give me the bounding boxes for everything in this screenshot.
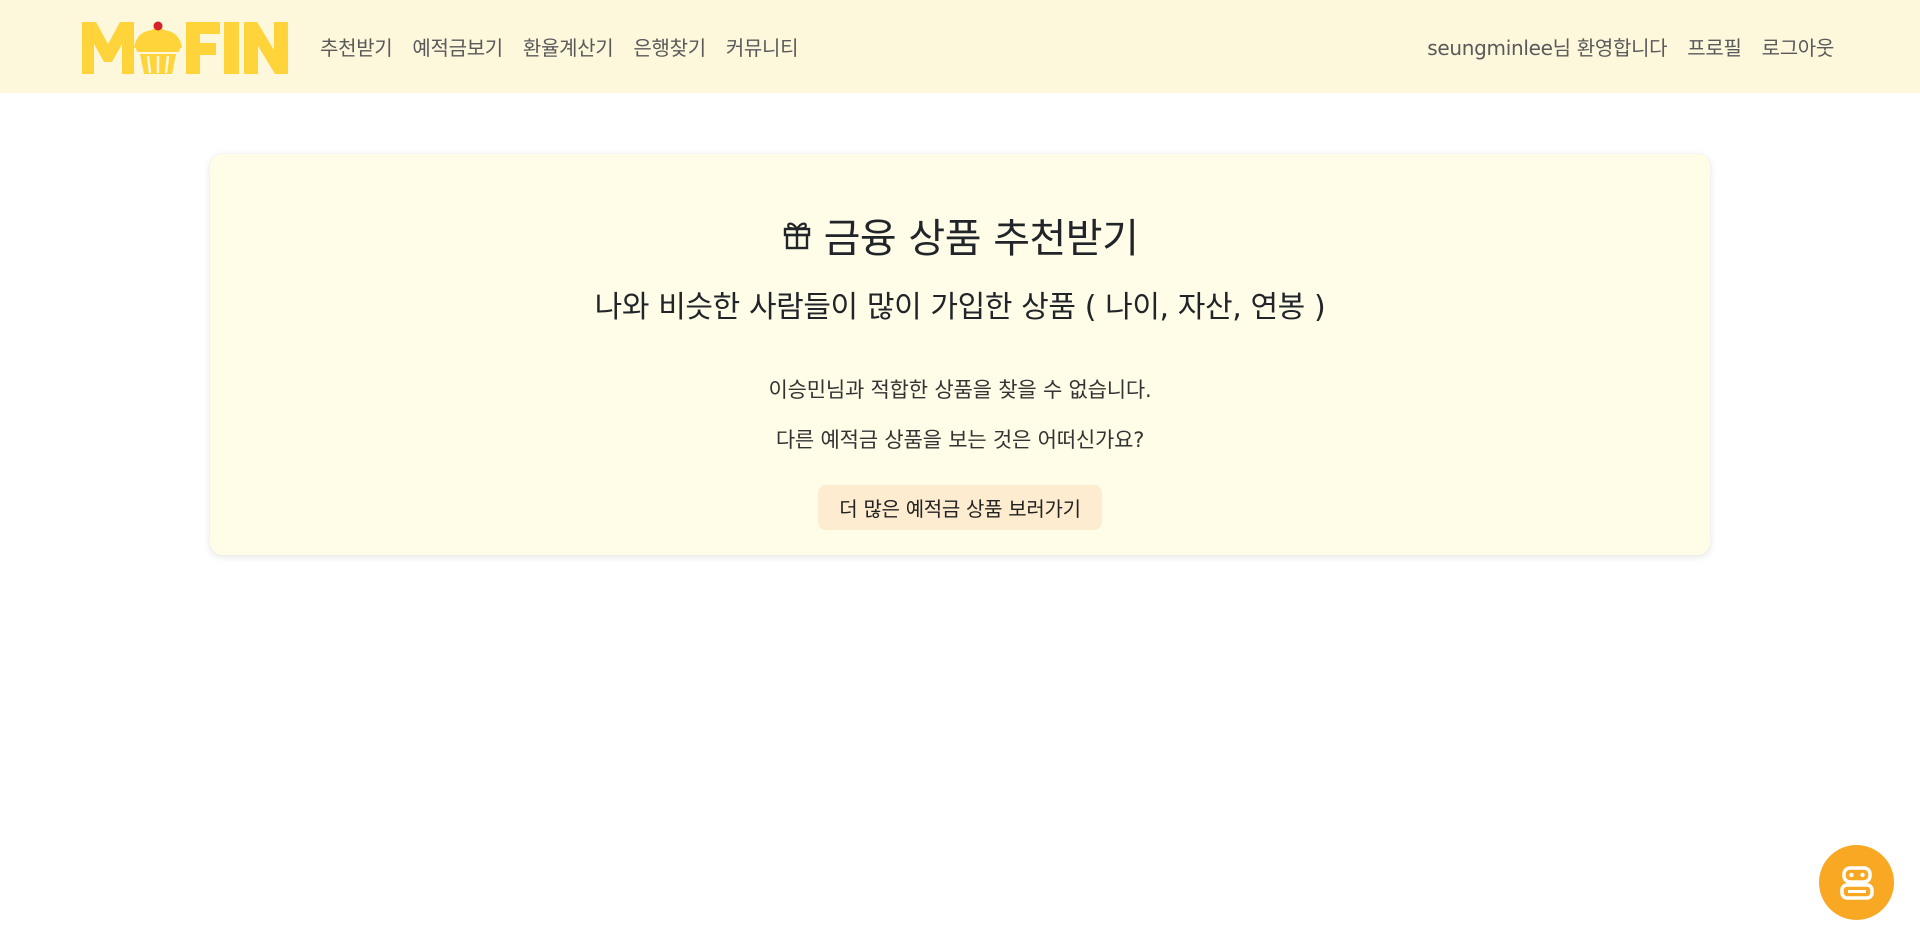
recommendation-card: 금융 상품 추천받기 나와 비슷한 사람들이 많이 가입한 상품 ( 나이, 자… xyxy=(210,154,1710,555)
nav-deposits[interactable]: 예적금보기 xyxy=(402,24,513,69)
chatbot-button[interactable] xyxy=(1819,845,1894,920)
user-nav: seungminlee님 환영합니다 프로필 로그아웃 xyxy=(1417,0,1844,93)
main-nav: 추천받기 예적금보기 환율계산기 은행찾기 커뮤니티 xyxy=(310,0,808,93)
welcome-text: seungminlee님 환영합니다 xyxy=(1427,36,1668,60)
nav-find-bank[interactable]: 은행찾기 xyxy=(623,24,715,69)
nav-exchange-calculator[interactable]: 환율계산기 xyxy=(513,24,624,69)
logout-link[interactable]: 로그아웃 xyxy=(1752,24,1844,69)
suggestion-message: 다른 예적금 상품을 보는 것은 어떠신가요? xyxy=(775,428,1145,452)
profile-link[interactable]: 프로필 xyxy=(1677,24,1751,69)
more-deposits-button[interactable]: 더 많은 예적금 상품 보러가기 xyxy=(818,485,1102,530)
no-result-message: 이승민님과 적합한 상품을 찾을 수 없습니다. xyxy=(768,378,1152,402)
gift-icon xyxy=(782,219,812,251)
nav-community[interactable]: 커뮤니티 xyxy=(716,24,808,69)
robot-icon xyxy=(1839,865,1874,900)
card-title-text: 금융 상품 추천받기 xyxy=(823,216,1139,262)
card-subtitle: 나와 비슷한 사람들이 많이 가입한 상품 ( 나이, 자산, 연봉 ) xyxy=(594,290,1326,325)
muffin-logo-icon xyxy=(82,21,288,74)
brand-logo[interactable] xyxy=(82,18,290,76)
card-title: 금융 상품 추천받기 xyxy=(210,206,1710,264)
nav-recommend[interactable]: 추천받기 xyxy=(310,24,402,69)
top-navbar: 추천받기 예적금보기 환율계산기 은행찾기 커뮤니티 seungminlee님 … xyxy=(0,0,1920,93)
